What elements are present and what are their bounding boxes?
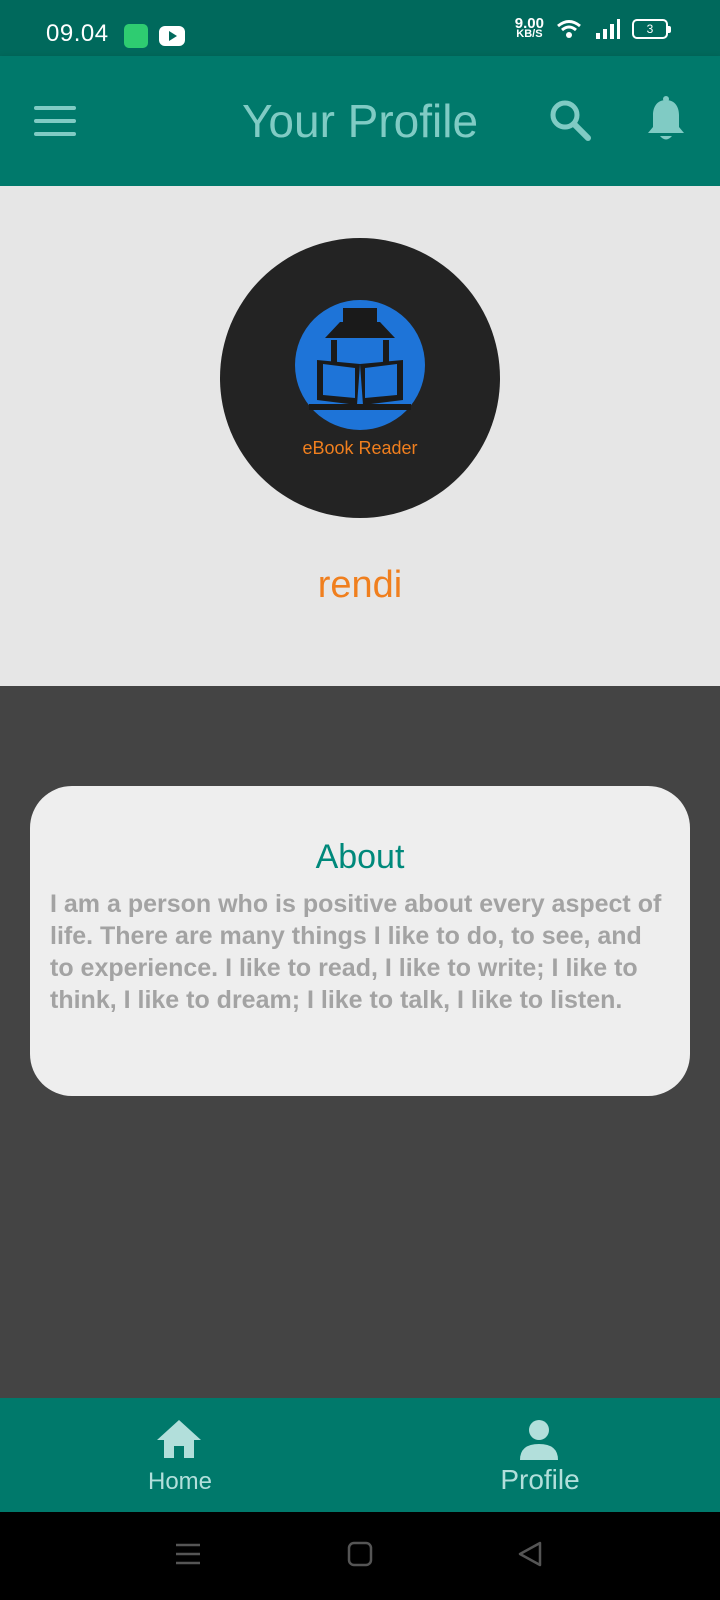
bell-icon[interactable] (646, 96, 686, 144)
nav-profile-label: Profile (500, 1464, 580, 1495)
battery-icon: 3 (632, 19, 671, 39)
signal-icon (596, 19, 620, 39)
about-title: About (315, 838, 405, 876)
bottom-navigation: Home Profile (0, 1398, 720, 1512)
nav-home-label: Home (147, 1468, 213, 1495)
ebook-reader-logo (295, 300, 425, 430)
wifi-icon (557, 20, 581, 38)
avatar-caption: eBook Reader (302, 438, 418, 458)
home-icon (157, 1420, 201, 1458)
status-indicators: 9.00 KB/S 3 (515, 16, 671, 40)
status-time: 09.04 (46, 20, 109, 47)
battery-saver-icon (124, 24, 148, 48)
nav-profile[interactable]: Profile (360, 1398, 720, 1512)
home-button-icon[interactable] (346, 1540, 374, 1568)
about-text: I am a person who is positive about ever… (50, 890, 662, 1014)
network-speed: 9.00 KB/S (515, 16, 544, 40)
network-speed-unit: KB/S (516, 28, 543, 40)
person-icon (520, 1420, 558, 1460)
app-bar: Your Profile (0, 56, 720, 186)
back-icon[interactable] (516, 1540, 544, 1568)
avatar: eBook Reader (220, 238, 500, 518)
nav-home[interactable]: Home (0, 1398, 360, 1512)
search-icon[interactable] (548, 98, 592, 142)
status-bar: 09.04 9.00 KB/S 3 (0, 0, 720, 56)
page-title: Your Profile (241, 95, 479, 147)
system-navigation-bar (0, 1512, 720, 1600)
about-card: About I am a person who is positive abou… (30, 786, 690, 1096)
recent-apps-icon[interactable] (174, 1540, 202, 1568)
youtube-icon (159, 26, 185, 46)
profile-header: eBook Reader rendi (0, 186, 720, 686)
username: rendi (317, 564, 403, 606)
